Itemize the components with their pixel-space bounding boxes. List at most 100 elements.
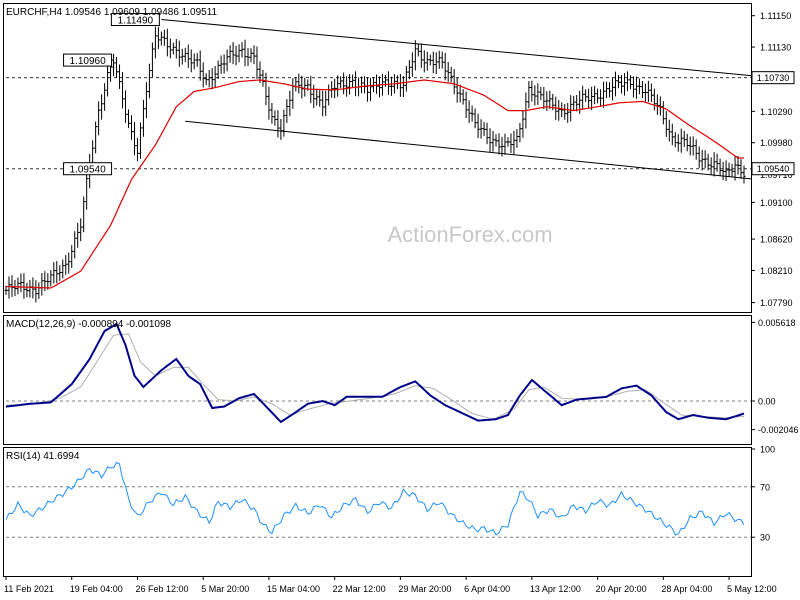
ohlc-bar xyxy=(246,47,250,66)
ohlc-bar xyxy=(470,105,474,122)
macd-header: MACD(12,26,9) -0.000894 -0.001098 xyxy=(6,319,172,330)
ohlc-bar xyxy=(539,86,543,101)
ohlc-bar xyxy=(231,42,235,65)
price-y-tick-label: 1.07790 xyxy=(760,298,793,308)
ohlc-bar xyxy=(369,77,373,102)
price-level-tag-label-1: 1.09540 xyxy=(757,164,790,174)
ohlc-bar xyxy=(327,84,331,106)
ohlc-bar xyxy=(216,60,220,80)
rsi-y-tick-label: 100 xyxy=(760,445,775,455)
watermark: ActionForex.com xyxy=(387,222,552,247)
ohlc-bar xyxy=(572,95,576,111)
moving-average-line xyxy=(5,79,744,289)
eurchf-h4-chart: ActionForex.com 1.114901.109601.09540 1.… xyxy=(3,3,799,594)
ohlc-bar xyxy=(183,47,187,63)
ohlc-bar xyxy=(324,90,328,116)
ohlc-bar xyxy=(342,72,346,95)
ohlc-bar xyxy=(37,282,41,300)
ohlc-bar xyxy=(55,261,59,284)
ohlc-bar xyxy=(22,273,26,299)
ohlc-bar xyxy=(377,76,381,98)
ohlc-bar xyxy=(70,245,74,268)
ohlc-bar xyxy=(150,42,154,78)
ohlc-bar xyxy=(464,91,468,119)
x-axis-tick-label: 15 Mar 04:00 xyxy=(267,584,320,594)
ohlc-bar xyxy=(497,133,501,155)
ohlc-bar xyxy=(557,99,561,121)
ohlc-bar xyxy=(249,48,253,63)
ohlc-bar xyxy=(640,81,644,99)
ohlc-bar xyxy=(19,273,23,293)
ohlc-bar xyxy=(404,65,408,92)
ohlc-bar xyxy=(407,60,411,80)
ohlc-bar xyxy=(416,43,420,57)
ohlc-bar xyxy=(625,71,629,92)
ohlc-bar xyxy=(124,90,128,123)
ohlc-bar xyxy=(354,71,358,97)
ohlc-bar xyxy=(336,75,340,97)
x-axis-tick-label: 5 Mar 20:00 xyxy=(201,584,249,594)
ohlc-bar xyxy=(267,86,271,120)
ohlc-bar xyxy=(643,83,647,102)
ohlc-bar xyxy=(617,74,621,89)
ohlc-bar xyxy=(153,26,157,59)
ohlc-bar xyxy=(174,38,178,59)
ohlc-bar xyxy=(614,71,618,97)
ohlc-bar xyxy=(697,146,701,168)
x-axis-tick-label: 13 Apr 12:00 xyxy=(530,584,581,594)
ohlc-bar xyxy=(73,231,77,259)
rsi-layer xyxy=(5,461,751,538)
ohlc-bar xyxy=(536,83,540,105)
ohlc-bar xyxy=(599,89,603,107)
ohlc-bar xyxy=(506,137,510,147)
price-annotation-label-1: 1.10960 xyxy=(69,56,106,67)
price-y-tick-label: 1.09100 xyxy=(760,198,793,208)
macd-y-tick-label: -0.002046 xyxy=(758,425,799,435)
ohlc-bar xyxy=(222,54,226,74)
ohlc-bar xyxy=(440,51,444,69)
ohlc-bar xyxy=(165,28,169,57)
x-axis-tick-label: 5 May 12:00 xyxy=(727,584,777,594)
ohlc-bar xyxy=(147,63,151,99)
ohlc-bar xyxy=(602,81,606,108)
ohlc-bar xyxy=(443,52,447,81)
ohlc-bar xyxy=(129,115,133,140)
ohlc-bar xyxy=(243,39,247,67)
ohlc-bar xyxy=(670,123,674,146)
ohlc-bar xyxy=(437,50,441,69)
price-annotation-label-2: 1.09540 xyxy=(69,165,106,176)
price-panel-frame xyxy=(3,3,752,313)
rsi-y-tick-label: 70 xyxy=(760,482,770,492)
ohlc-bar xyxy=(515,129,519,148)
ohlc-bar xyxy=(363,76,367,94)
ohlc-bar xyxy=(410,52,414,77)
ohlc-bar xyxy=(593,85,597,105)
ohlc-bar xyxy=(339,76,343,89)
ohlc-bar xyxy=(291,78,295,109)
ohlc-bar xyxy=(664,111,668,137)
ohlc-bar xyxy=(431,51,435,74)
ohlc-bar xyxy=(16,277,20,295)
ohlc-bar xyxy=(649,83,653,102)
ohlc-bar xyxy=(135,137,139,162)
x-axis-tick-label: 20 Apr 20:00 xyxy=(596,584,647,594)
ohlc-bar xyxy=(168,38,172,59)
ohlc-bar xyxy=(596,88,600,104)
ohlc-bar xyxy=(345,76,349,97)
ohlc-bar xyxy=(192,53,196,70)
ohlc-bar xyxy=(673,132,677,148)
ohlc-bar xyxy=(494,134,498,147)
ohlc-bar xyxy=(527,81,531,109)
ohlc-bar xyxy=(234,45,238,66)
ohlc-bar xyxy=(661,101,665,125)
price-y-tick-label: 1.11150 xyxy=(760,11,791,21)
ohlc-bar xyxy=(712,152,716,177)
ohlc-bar xyxy=(162,29,166,46)
ohlc-bar xyxy=(25,282,29,298)
rsi-y-tick-label: 30 xyxy=(760,533,770,543)
ohlc-bar xyxy=(67,252,71,274)
ohlc-bar xyxy=(605,81,609,99)
ohlc-bar xyxy=(198,50,202,81)
ohlc-bar xyxy=(658,96,662,116)
ohlc-bar xyxy=(318,90,322,107)
